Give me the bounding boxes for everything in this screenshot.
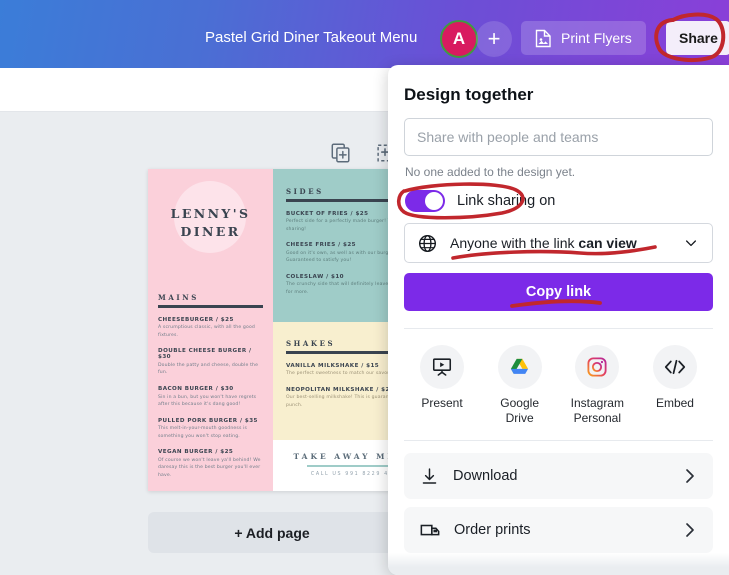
menu-logo: LENNY'S DINER bbox=[158, 205, 263, 241]
copy-link-underline bbox=[510, 299, 602, 308]
annotation-overlay bbox=[396, 12, 726, 308]
logo-line-1: LENNY'S bbox=[170, 206, 251, 221]
logo-line-2: DINER bbox=[180, 224, 241, 240]
link-sharing-circle bbox=[396, 182, 525, 220]
share-button-circle bbox=[654, 12, 726, 63]
canva-editor-window: Pastel Grid Diner Takeout Menu A + Print… bbox=[0, 0, 729, 575]
permission-underline bbox=[451, 245, 657, 260]
